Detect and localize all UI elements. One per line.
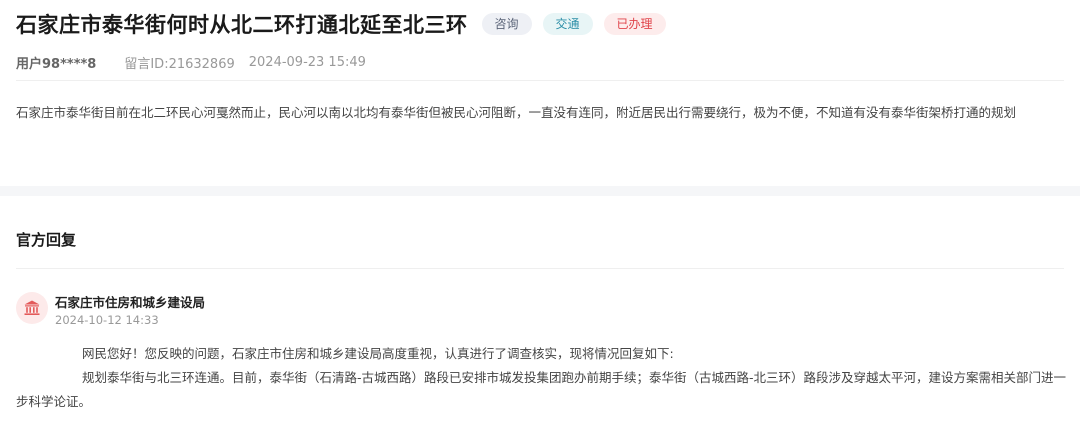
post-meta: 用户98****8 留言ID:21632869 2024-09-23 15:49 [16,53,366,72]
tag-consult[interactable]: 咨询 [481,13,532,35]
official-reply-section: 官方回复 石家庄市住房和城乡建设局 2024-10-12 14:33 网民您好！… [0,196,1080,423]
post-datetime: 2024-09-23 15:49 [248,55,366,70]
reply-datetime: 2024-10-12 14:33 [55,313,159,327]
post-user: 用户98****8 [16,57,97,72]
divider [16,268,1064,269]
post-card: 石家庄市泰华街何时从北二环打通北延至北三环 咨询 交通 已办理 用户98****… [0,0,1080,186]
post-title: 石家庄市泰华街何时从北二环打通北延至北三环 [16,13,468,37]
reply-department: 石家庄市住房和城乡建设局 [55,295,206,310]
divider [16,80,1064,81]
reply-paragraph: 规划泰华街与北三环连通。目前，泰华街（石清路-古城西路）路段已安排市城发投集团跑… [16,370,1067,409]
avatar [16,292,48,324]
government-building-icon [24,300,40,315]
status-badge: 已办理 [603,13,666,35]
section-separator [0,186,1080,196]
reply-paragraph: 网民您好！您反映的问题，石家庄市住房和城乡建设局高度重视，认真进行了调查核实，现… [82,346,674,361]
reply-heading: 官方回复 [16,231,77,249]
message-id: 留言ID:21632869 [124,57,235,72]
tag-traffic[interactable]: 交通 [542,13,593,35]
post-content: 石家庄市泰华街目前在北二环民心河戛然而止，民心河以南以北均有泰华街但被民心河阻断… [16,105,1017,120]
reply-body: 网民您好！您反映的问题，石家庄市住房和城乡建设局高度重视，认真进行了调查核实，现… [16,342,1072,414]
title-row: 石家庄市泰华街何时从北二环打通北延至北三环 咨询 交通 已办理 [16,10,666,38]
